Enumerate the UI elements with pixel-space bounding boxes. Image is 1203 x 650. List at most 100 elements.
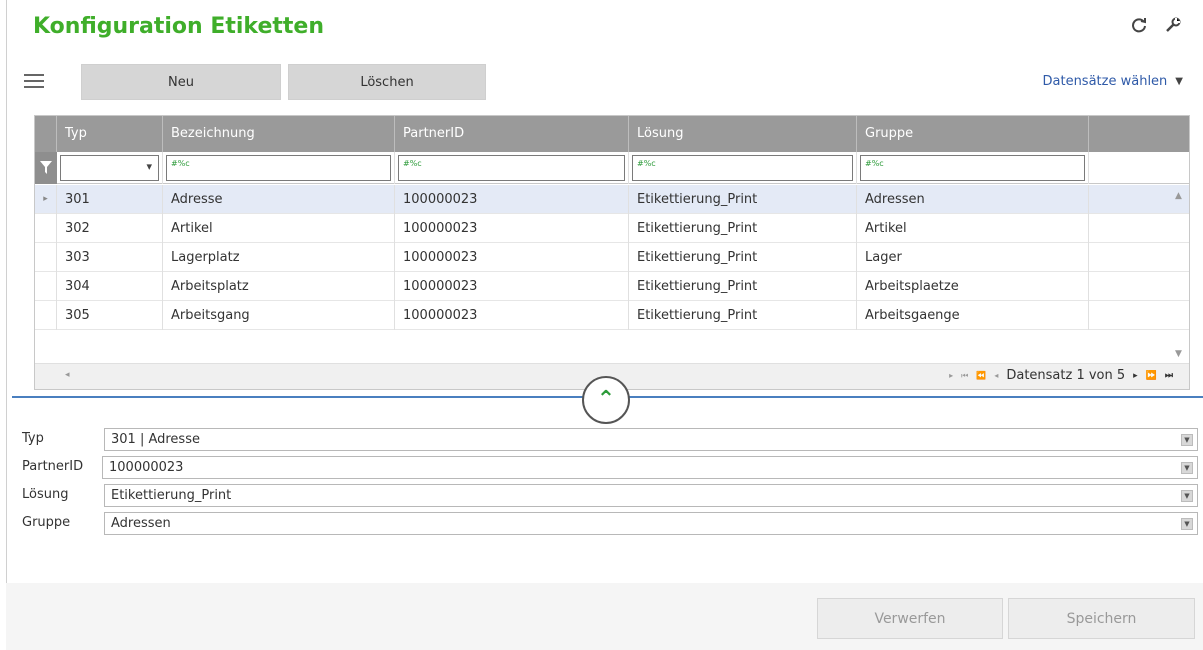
scroll-up-icon[interactable]: ▲ xyxy=(1175,191,1182,201)
refresh-icon[interactable] xyxy=(1129,16,1149,36)
cell-typ: 305 xyxy=(57,301,163,330)
filter-gruppe-input[interactable]: #%c xyxy=(860,155,1085,181)
filter-cell-typ xyxy=(57,152,163,184)
cell-gruppe: Arbeitsplaetze xyxy=(857,272,1089,301)
footer-bar: Verwerfen Speichern xyxy=(6,583,1203,650)
cell-bezeichnung: Arbeitsgang xyxy=(163,301,395,330)
window-left-border xyxy=(6,0,7,650)
discard-button[interactable]: Verwerfen xyxy=(817,598,1003,639)
row-indicator-header xyxy=(35,116,57,152)
column-header-spacer xyxy=(1089,116,1189,152)
table-row[interactable]: 305 Arbeitsgang 100000023 Etikettierung_… xyxy=(35,301,1189,330)
form-row-typ: Typ 301 | Adresse ▼ xyxy=(22,428,1198,451)
cell-partnerid: 100000023 xyxy=(395,243,629,272)
chevron-down-icon: ▼ xyxy=(1175,76,1183,87)
column-header-partnerid[interactable]: PartnerID xyxy=(395,116,629,152)
filter-icon[interactable] xyxy=(35,152,57,184)
cell-bezeichnung: Lagerplatz xyxy=(163,243,395,272)
partnerid-label: PartnerID xyxy=(22,459,84,474)
cell-partnerid: 100000023 xyxy=(395,214,629,243)
cell-typ: 302 xyxy=(57,214,163,243)
cell-typ: 303 xyxy=(57,243,163,272)
new-button[interactable]: Neu xyxy=(81,64,281,100)
cell-loesung: Etikettierung_Print xyxy=(629,214,857,243)
form-row-gruppe: Gruppe Adressen ▼ xyxy=(22,512,1198,535)
filter-partnerid-input[interactable]: #%c xyxy=(398,155,625,181)
dropdown-arrow-icon[interactable]: ▼ xyxy=(1181,434,1193,446)
typ-field[interactable]: 301 | Adresse ▼ xyxy=(104,428,1198,451)
cell-loesung: Etikettierung_Print xyxy=(629,243,857,272)
scroll-right-icon[interactable]: ▸ xyxy=(949,371,953,380)
hamburger-menu-icon[interactable] xyxy=(24,70,44,90)
next-page-fast-icon[interactable]: ⏩ xyxy=(1146,371,1157,381)
filter-row: #%c #%c #%c #%c xyxy=(35,152,1189,184)
chevron-up-icon: ⌃ xyxy=(596,387,616,412)
cell-bezeichnung: Arbeitsplatz xyxy=(163,272,395,301)
filter-cell-partnerid: #%c xyxy=(395,152,629,184)
records-select-dropdown[interactable]: Datensätze wählen ▼ xyxy=(1043,74,1184,89)
partnerid-field[interactable]: 100000023 ▼ xyxy=(102,456,1198,479)
cell-partnerid: 100000023 xyxy=(395,185,629,214)
collapse-grid-button[interactable]: ⌃ xyxy=(582,376,630,424)
toolbar: Neu Löschen Datensätze wählen ▼ xyxy=(24,64,1183,100)
loesung-field[interactable]: Etikettierung_Print ▼ xyxy=(104,484,1198,507)
first-page-icon[interactable]: ⏮ xyxy=(961,371,968,381)
filter-typ-select[interactable] xyxy=(60,155,159,181)
prev-page-icon[interactable]: ◂ xyxy=(994,371,998,380)
vertical-scrollbar[interactable]: ▲ ▼ xyxy=(1171,185,1189,363)
scroll-down-icon[interactable]: ▼ xyxy=(1175,349,1182,359)
filter-cell-gruppe: #%c xyxy=(857,152,1089,184)
row-indicator xyxy=(35,214,57,243)
top-icons xyxy=(1129,16,1183,36)
gruppe-label: Gruppe xyxy=(22,515,71,530)
cell-loesung: Etikettierung_Print xyxy=(629,272,857,301)
grid-rows: ▸ 301 Adresse 100000023 Etikettierung_Pr… xyxy=(35,185,1189,330)
loesung-value: Etikettierung_Print xyxy=(111,488,232,503)
cell-partnerid: 100000023 xyxy=(395,301,629,330)
prev-page-fast-icon[interactable]: ⏪ xyxy=(976,371,986,380)
cell-loesung: Etikettierung_Print xyxy=(629,185,857,214)
pager: ▸ ⏮ ⏪ ◂ Datensatz 1 von 5 ▸ ⏩ ⏭ xyxy=(949,368,1173,383)
dropdown-arrow-icon[interactable]: ▼ xyxy=(1181,462,1193,474)
filter-loesung-input[interactable]: #%c xyxy=(632,155,853,181)
data-grid: Typ Bezeichnung PartnerID Lösung Gruppe … xyxy=(34,115,1190,390)
column-header-loesung[interactable]: Lösung xyxy=(629,116,857,152)
column-header-typ[interactable]: Typ xyxy=(57,116,163,152)
filter-cell-spacer xyxy=(1089,152,1189,184)
detail-form: Typ 301 | Adresse ▼ PartnerID 100000023 … xyxy=(22,428,1198,540)
table-row[interactable]: 302 Artikel 100000023 Etikettierung_Prin… xyxy=(35,214,1189,243)
column-header-bezeichnung[interactable]: Bezeichnung xyxy=(163,116,395,152)
next-page-icon[interactable]: ▸ xyxy=(1133,371,1138,381)
form-row-loesung: Lösung Etikettierung_Print ▼ xyxy=(22,484,1198,507)
dropdown-arrow-icon[interactable]: ▼ xyxy=(1181,490,1193,502)
save-button[interactable]: Speichern xyxy=(1008,598,1195,639)
delete-button[interactable]: Löschen xyxy=(288,64,486,100)
typ-value: 301 | Adresse xyxy=(111,432,200,447)
table-row[interactable]: 304 Arbeitsplatz 100000023 Etikettierung… xyxy=(35,272,1189,301)
row-indicator xyxy=(35,272,57,301)
current-row-arrow-icon: ▸ xyxy=(35,185,57,214)
row-indicator xyxy=(35,243,57,272)
row-indicator xyxy=(35,301,57,330)
page-title: Konfiguration Etiketten xyxy=(33,14,325,39)
typ-label: Typ xyxy=(22,431,44,446)
partnerid-value: 100000023 xyxy=(109,460,184,475)
last-page-icon[interactable]: ⏭ xyxy=(1165,371,1173,381)
column-header-gruppe[interactable]: Gruppe xyxy=(857,116,1089,152)
table-row[interactable]: ▸ 301 Adresse 100000023 Etikettierung_Pr… xyxy=(35,185,1189,214)
wrench-icon[interactable] xyxy=(1163,16,1183,36)
filter-bezeichnung-input[interactable]: #%c xyxy=(166,155,391,181)
dropdown-arrow-icon[interactable]: ▼ xyxy=(1181,518,1193,530)
grid-header-row: Typ Bezeichnung PartnerID Lösung Gruppe xyxy=(35,116,1189,152)
cell-gruppe: Artikel xyxy=(857,214,1089,243)
loesung-label: Lösung xyxy=(22,487,69,502)
cell-gruppe: Arbeitsgaenge xyxy=(857,301,1089,330)
cell-bezeichnung: Adresse xyxy=(163,185,395,214)
cell-loesung: Etikettierung_Print xyxy=(629,301,857,330)
cell-gruppe: Lager xyxy=(857,243,1089,272)
table-row[interactable]: 303 Lagerplatz 100000023 Etikettierung_P… xyxy=(35,243,1189,272)
scroll-left-icon[interactable]: ◂ xyxy=(65,370,70,380)
form-row-partnerid: PartnerID 100000023 ▼ xyxy=(22,456,1198,479)
gruppe-field[interactable]: Adressen ▼ xyxy=(104,512,1198,535)
cell-typ: 301 xyxy=(57,185,163,214)
